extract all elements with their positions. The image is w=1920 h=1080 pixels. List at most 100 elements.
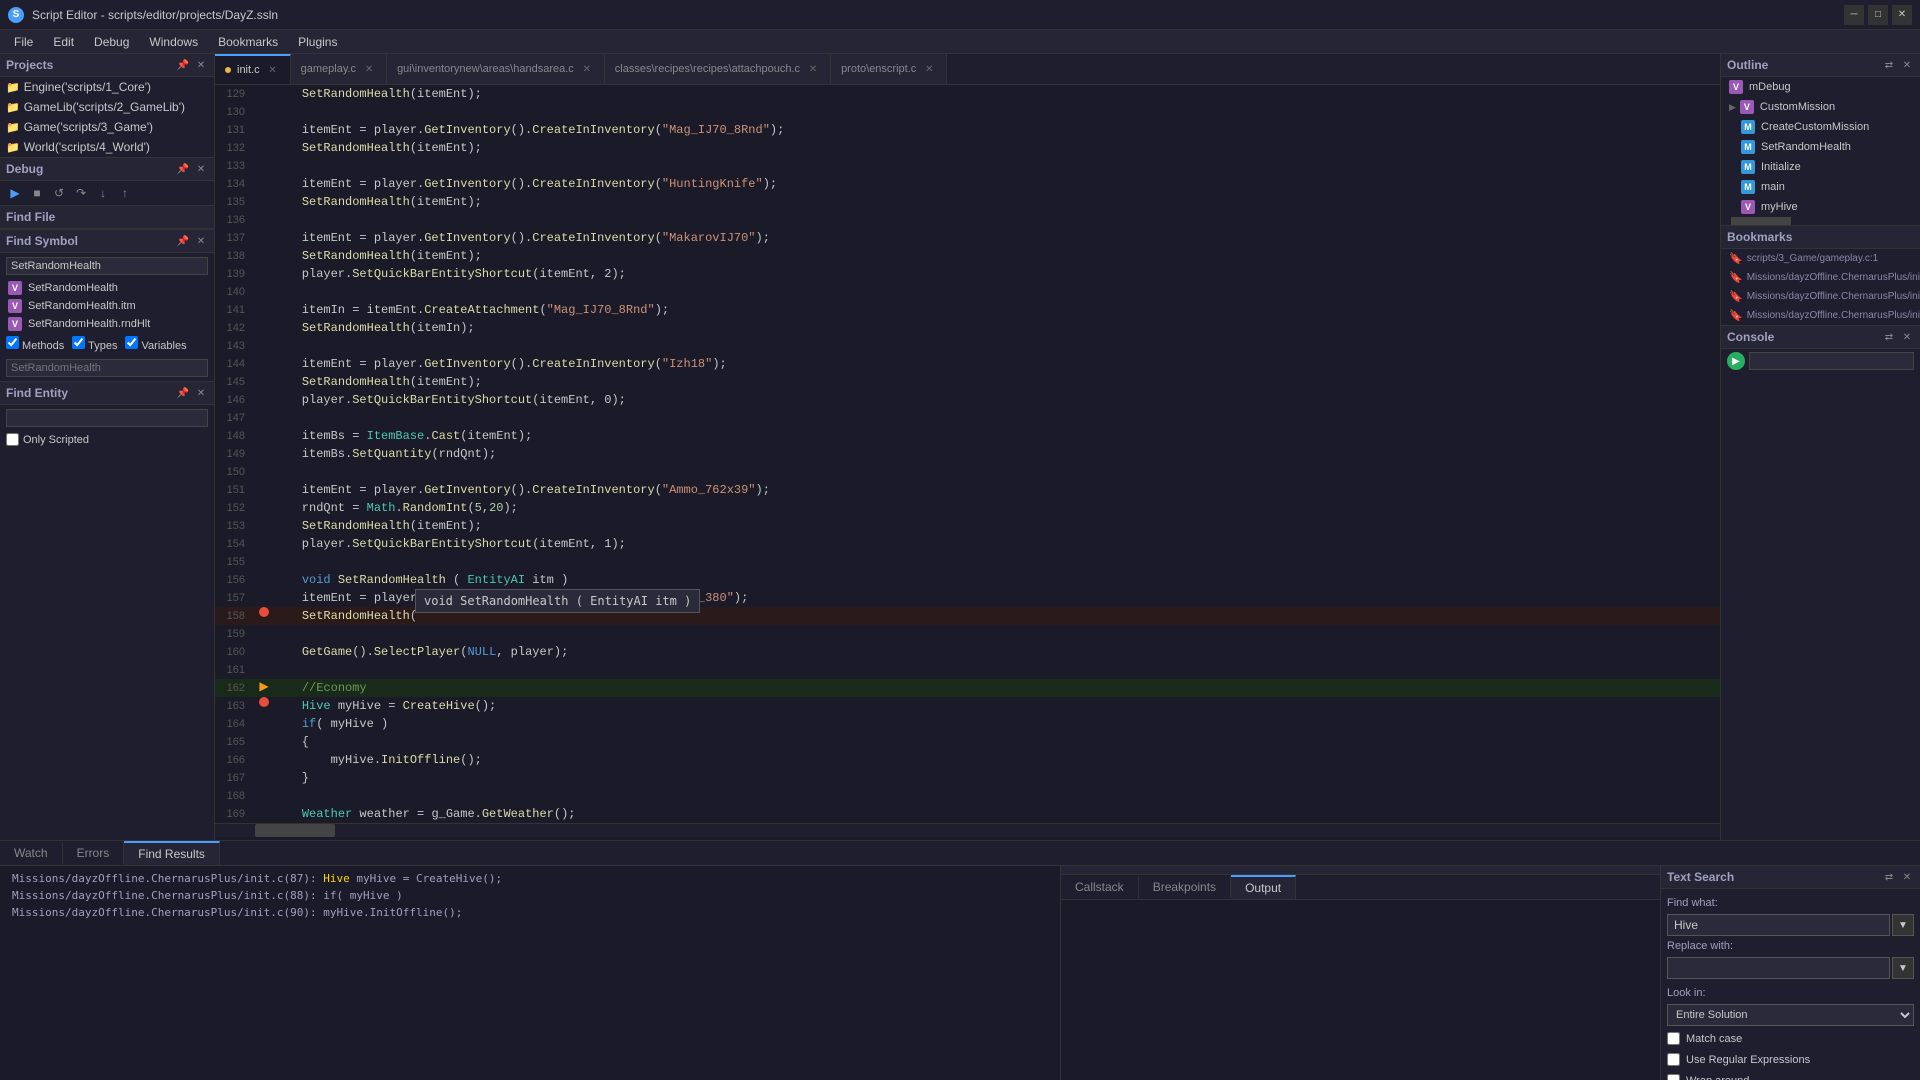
use-regex-checkbox[interactable] [1667,1053,1680,1066]
outline-main[interactable]: M main [1721,177,1920,197]
project-engine[interactable]: 📁 Engine('scripts/1_Core') [0,77,214,97]
line-num-130: 130 [215,103,255,121]
outline-myhive[interactable]: V myHive [1721,197,1920,217]
find-what-dropdown[interactable]: ▼ [1892,914,1914,936]
outline-scrollbar-thumb[interactable] [1731,217,1791,225]
outline-initialize[interactable]: M Initialize [1721,157,1920,177]
console-expand-btn[interactable]: ⇄ [1882,330,1896,344]
only-scripted-checkbox[interactable] [6,433,19,446]
find-symbol-pin-btn[interactable]: 📌 [176,234,190,248]
tab-enscript-c[interactable]: proto\enscript.c ✕ [831,54,947,84]
code-content-135: SetRandomHealth(itemEnt); [273,193,1720,211]
look-in-select[interactable]: Entire Solution Current File Current Pro… [1667,1004,1914,1026]
debug-close-btn[interactable]: ✕ [194,162,208,176]
menu-file[interactable]: File [4,30,43,54]
symbol-item-0[interactable]: V SetRandomHealth [0,279,214,297]
text-search-close-btn[interactable]: ✕ [1900,870,1914,884]
replace-with-input[interactable] [1667,957,1890,979]
outline-expand-btn[interactable]: ⇄ [1882,58,1896,72]
debug-play-btn[interactable]: ▶ [6,184,24,202]
find-symbol-close-btn[interactable]: ✕ [194,234,208,248]
tab-gameplay-c[interactable]: gameplay.c ✕ [291,54,387,84]
menu-plugins[interactable]: Plugins [288,30,347,54]
projects-pin-btn[interactable]: 📌 [176,58,190,72]
menu-debug[interactable]: Debug [84,30,139,54]
menu-bookmarks[interactable]: Bookmarks [208,30,288,54]
console-run-btn[interactable]: ▶ [1727,352,1745,370]
replace-with-dropdown[interactable]: ▼ [1892,957,1914,979]
code-line-153: 153 SetRandomHealth(itemEnt); [215,517,1720,535]
projects-close-btn[interactable]: ✕ [194,58,208,72]
debug-step-into-btn[interactable]: ↓ [94,184,112,202]
debug-step-over-btn[interactable]: ↷ [72,184,90,202]
tab-enscript-c-close[interactable]: ✕ [922,62,936,76]
find-symbol-secondary-input[interactable] [6,359,208,377]
project-world[interactable]: 📁 World('scripts/4_World') [0,137,214,157]
find-entity-pin-btn[interactable]: 📌 [176,386,190,400]
tab-init-c-close[interactable]: ✕ [266,63,280,77]
code-editor[interactable]: 129 SetRandomHealth(itemEnt); 130 131 it… [215,85,1720,840]
match-case-checkbox[interactable] [1667,1032,1680,1045]
console-close-btn[interactable]: ✕ [1900,330,1914,344]
outline-scrollbar[interactable] [1721,217,1920,225]
checkbox-methods[interactable] [6,336,19,349]
window-controls[interactable]: ─ □ ✕ [1844,5,1912,25]
bottom-content: Missions/dayzOffline.ChernarusPlus/init.… [0,866,1920,1080]
project-gamelib[interactable]: 📁 GameLib('scripts/2_GameLib') [0,97,214,117]
tab-callstack[interactable]: Callstack [1061,876,1139,898]
debug-stop-btn[interactable]: ■ [28,184,46,202]
bookmark-1[interactable]: 🔖 Missions/dayzOffline.ChernarusPlus/ini… [1721,268,1920,287]
bookmark-3[interactable]: 🔖 Missions/dayzOffline.ChernarusPlus/ini… [1721,306,1920,325]
code-line-160: 160 GetGame().SelectPlayer(NULL, player)… [215,643,1720,661]
bookmark-2[interactable]: 🔖 Missions/dayzOffline.ChernarusPlus/ini… [1721,287,1920,306]
find-result-1[interactable]: Missions/dayzOffline.ChernarusPlus/init.… [4,887,1056,904]
checkbox-variables[interactable] [125,336,138,349]
code-scrollbar-thumb[interactable] [255,824,335,837]
find-entity-input[interactable] [6,409,208,427]
line-num-136: 136 [215,211,255,229]
find-result-0[interactable]: Missions/dayzOffline.ChernarusPlus/init.… [4,870,1056,887]
wrap-around-checkbox[interactable] [1667,1074,1680,1080]
tab-errors[interactable]: Errors [63,842,125,864]
find-what-input[interactable] [1667,914,1890,936]
minimize-button[interactable]: ─ [1844,5,1864,25]
find-result-2[interactable]: Missions/dayzOffline.ChernarusPlus/init.… [4,904,1056,921]
tab-output[interactable]: Output [1231,875,1296,899]
code-content-131: itemEnt = player.GetInventory().CreateIn… [273,121,1720,139]
outline-custommission[interactable]: ▶ V CustomMission [1721,97,1920,117]
bookmark-0[interactable]: 🔖 scripts/3_Game/gameplay.c:1 [1721,249,1920,268]
find-symbol-input[interactable] [6,257,208,275]
code-horizontal-scrollbar[interactable] [215,823,1720,837]
close-button[interactable]: ✕ [1892,5,1912,25]
find-entity-close-btn[interactable]: ✕ [194,386,208,400]
outline-close-btn[interactable]: ✕ [1900,58,1914,72]
tab-find-results[interactable]: Find Results [124,841,220,865]
tab-attachpouch-c-close[interactable]: ✕ [806,62,820,76]
outline-mdebug[interactable]: V mDebug [1721,77,1920,97]
outline-setrandomhealth[interactable]: M SetRandomHealth [1721,137,1920,157]
outline-label-main: main [1761,181,1785,193]
symbol-item-1[interactable]: V SetRandomHealth.itm [0,297,214,315]
project-game[interactable]: 📁 Game('scripts/3_Game') [0,117,214,137]
code-content-139: player.SetQuickBarEntityShortcut(itemEnt… [273,265,1720,283]
debug-pin-btn[interactable]: 📌 [176,162,190,176]
tab-init-c[interactable]: init.c ✕ [215,54,291,84]
tab-handsarea-c[interactable]: gui\inventorynew\areas\handsarea.c ✕ [387,54,605,84]
debug-step-out-btn[interactable]: ↑ [116,184,134,202]
text-search-expand-btn[interactable]: ⇄ [1882,870,1896,884]
debug-restart-btn[interactable]: ↺ [50,184,68,202]
tab-breakpoints[interactable]: Breakpoints [1139,876,1231,898]
maximize-button[interactable]: □ [1868,5,1888,25]
outline-badge-create: M [1741,120,1755,134]
menu-windows[interactable]: Windows [139,30,208,54]
left-sidebar: Projects 📌 ✕ 📁 Engine('scripts/1_Core') … [0,54,215,840]
checkbox-types[interactable] [72,336,85,349]
console-input[interactable] [1749,352,1914,370]
outline-createcustommission[interactable]: M CreateCustomMission [1721,117,1920,137]
tab-attachpouch-c[interactable]: classes\recipes\recipes\attachpouch.c ✕ [605,54,831,84]
tab-gameplay-c-close[interactable]: ✕ [362,62,376,76]
menu-edit[interactable]: Edit [43,30,84,54]
symbol-item-2[interactable]: V SetRandomHealth.rndHlt [0,315,214,333]
tab-handsarea-c-close[interactable]: ✕ [580,62,594,76]
tab-watch[interactable]: Watch [0,842,63,864]
